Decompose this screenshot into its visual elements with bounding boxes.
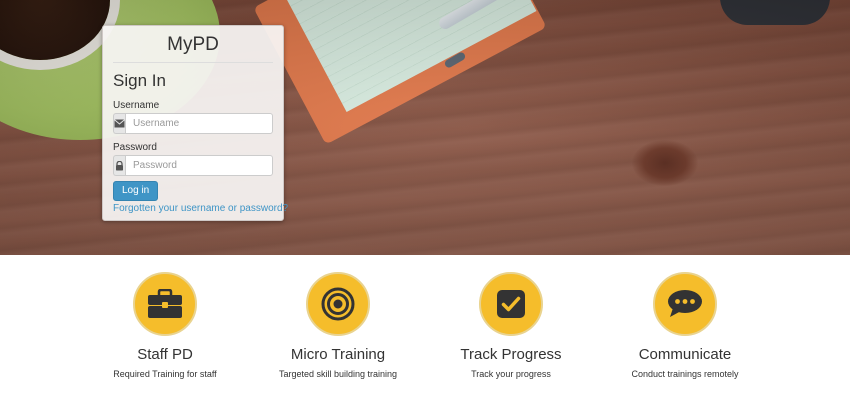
feature-staff-pd: Staff PD Required Training for staff [65, 272, 265, 379]
password-label: Password [113, 142, 157, 153]
checkbox-icon [497, 290, 525, 318]
feature-description: Targeted skill building training [278, 369, 398, 379]
sign-in-heading: Sign In [113, 71, 166, 90]
username-label: Username [113, 100, 160, 111]
envelope-icon [113, 113, 125, 134]
feature-title: Track Progress [460, 346, 562, 363]
feature-communicate: Communicate Conduct trainings remotely [585, 272, 785, 379]
feature-description: Conduct trainings remotely [631, 369, 739, 379]
password-input[interactable] [125, 155, 273, 176]
feature-icon-circle [133, 272, 197, 336]
target-icon [321, 287, 355, 321]
username-input[interactable] [125, 113, 273, 134]
login-button[interactable]: Log in [113, 181, 159, 201]
briefcase-icon [148, 289, 182, 318]
feature-title: Staff PD [137, 346, 193, 363]
brand-title: MyPD [113, 26, 273, 63]
feature-description: Required Training for staff [113, 369, 217, 379]
feature-description: Track your progress [471, 369, 551, 379]
password-group [113, 155, 273, 176]
feature-icon-circle [653, 272, 717, 336]
login-panel: MyPD Sign In Username Password Log in Fo… [102, 25, 288, 221]
lock-icon [113, 155, 125, 176]
chat-bubble-icon [668, 290, 702, 317]
features-section: Staff PD Required Training for staff Mic… [0, 255, 850, 412]
feature-icon-circle [306, 272, 370, 336]
feature-icon-circle [479, 272, 543, 336]
username-group [113, 113, 273, 134]
feature-micro-training: Micro Training Targeted skill building t… [238, 272, 438, 379]
feature-track-progress: Track Progress Track your progress [411, 272, 611, 379]
forgot-password-link[interactable]: Forgotten your username or password? [113, 203, 288, 214]
feature-title: Micro Training [290, 346, 386, 363]
feature-title: Communicate [638, 346, 732, 363]
